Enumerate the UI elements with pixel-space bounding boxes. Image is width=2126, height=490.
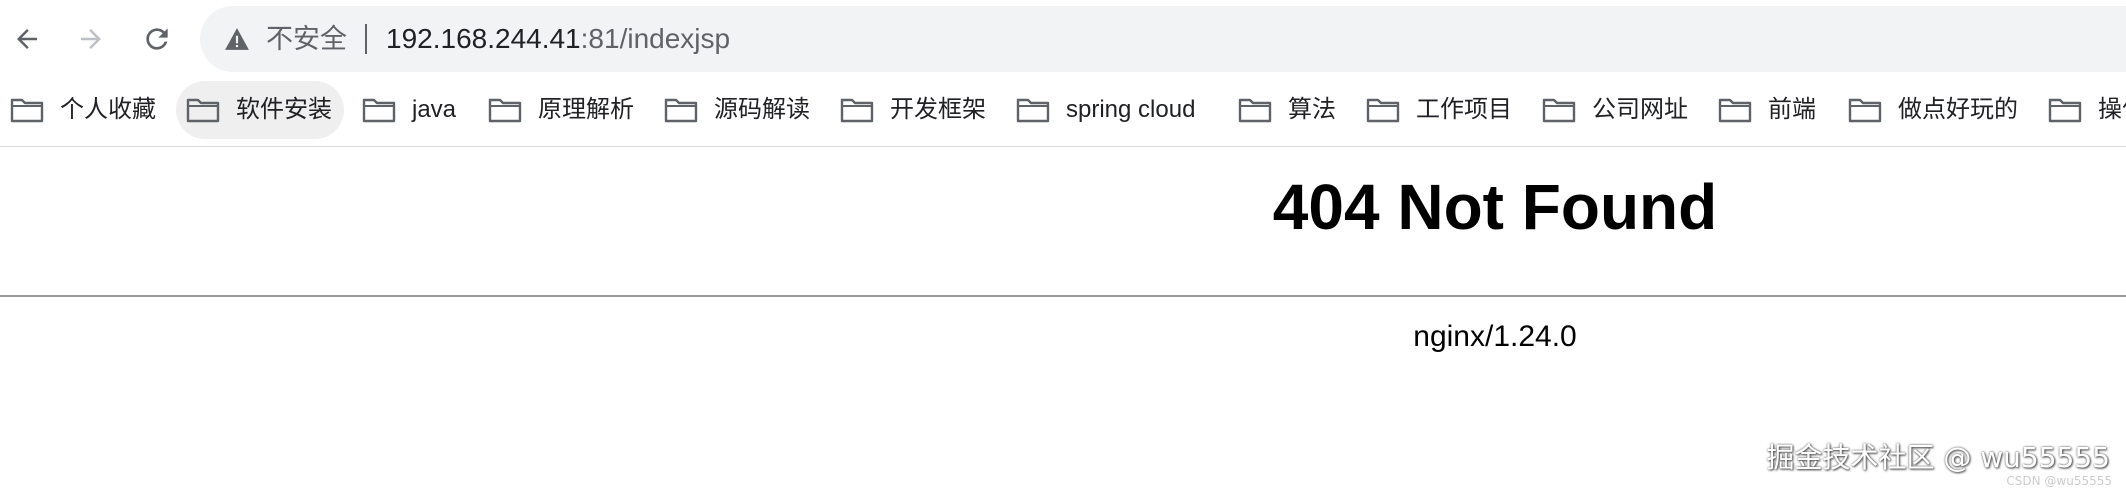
bookmark-label: 操作 [2098, 96, 2126, 123]
folder-icon [2048, 98, 2082, 123]
url-host: 192.168.244.41 [386, 23, 581, 54]
folder-icon [186, 98, 220, 123]
back-button[interactable] [4, 16, 50, 62]
bookmark-label: spring cloud [1066, 96, 1196, 123]
bookmark-folder-spring-cloud[interactable]: spring cloud [1016, 81, 1195, 139]
forward-button[interactable] [68, 16, 114, 62]
server-signature: nginx/1.24.0 [1413, 320, 1577, 353]
bookmark-label: 原理解析 [538, 96, 634, 123]
folder-icon [1718, 98, 1752, 123]
arrow-right-icon [81, 29, 101, 49]
reload-icon [146, 28, 168, 50]
bookmark-folder-frontend[interactable]: 前端 [1718, 81, 1816, 139]
watermark-small: CSDN @wu55555 [2006, 474, 2112, 488]
security-status-label[interactable]: 不安全 [266, 22, 347, 56]
folder-icon [1542, 98, 1576, 123]
bookmark-label: 源码解读 [714, 96, 810, 123]
folder-icon [1016, 98, 1050, 123]
bookmark-label: java [412, 96, 457, 123]
bookmark-label: 做点好玩的 [1898, 96, 2018, 123]
address-bar[interactable]: 不安全 192.168.244.41:81/indexjsp [200, 6, 2126, 72]
bookmark-label: 个人收藏 [60, 96, 156, 123]
bookmark-folder-principles[interactable]: 原理解析 [488, 81, 634, 139]
folder-icon [362, 98, 396, 123]
bookmark-label: 前端 [1768, 96, 1816, 123]
page-content: 404 Not Found nginx/1.24.0 掘金技术社区 @ wu55… [0, 147, 2126, 490]
bookmark-folder-company-sites[interactable]: 公司网址 [1542, 81, 1688, 139]
reload-button[interactable] [134, 16, 180, 62]
folder-icon [1848, 98, 1882, 123]
bookmark-folder-favorites[interactable]: 个人收藏 [10, 81, 156, 139]
bookmark-label: 公司网址 [1592, 96, 1688, 123]
bookmark-label: 软件安装 [236, 96, 332, 123]
bookmark-folder-algorithms[interactable]: 算法 [1238, 81, 1336, 139]
url-path: :81/indexjsp [580, 23, 731, 54]
folder-icon [1366, 98, 1400, 123]
bookmarks-bar: 个人收藏 软件安装 java 原理解析 源码解读 开发框架 spring clo… [0, 78, 2126, 146]
bookmark-folder-frameworks[interactable]: 开发框架 [840, 81, 986, 139]
bookmark-label: 开发框架 [890, 96, 986, 123]
page-title: 404 Not Found [1272, 171, 1718, 243]
address-separator [365, 24, 367, 54]
folder-icon [10, 98, 44, 123]
horizontal-rule [0, 295, 2126, 297]
folder-icon [664, 98, 698, 123]
folder-icon [488, 98, 522, 123]
bookmark-folder-java[interactable]: java [362, 81, 456, 139]
warning-triangle-icon[interactable] [224, 27, 250, 51]
bookmark-folder-work-projects[interactable]: 工作项目 [1366, 81, 1512, 139]
bookmark-folder-software-install[interactable]: 软件安装 [176, 81, 344, 139]
url-text[interactable]: 192.168.244.41:81/indexjsp [386, 22, 730, 56]
folder-icon [840, 98, 874, 123]
browser-toolbar: 不安全 192.168.244.41:81/indexjsp [0, 0, 2126, 78]
bookmark-label: 工作项目 [1416, 96, 1512, 123]
bookmark-folder-source-reading[interactable]: 源码解读 [664, 81, 810, 139]
bookmark-folder-operations[interactable]: 操作 [2048, 81, 2126, 139]
bookmark-folder-fun-stuff[interactable]: 做点好玩的 [1848, 81, 2018, 139]
watermark: 掘金技术社区 @ wu55555 [1766, 441, 2110, 474]
arrow-left-icon [17, 29, 37, 49]
folder-icon [1238, 98, 1272, 123]
bookmark-label: 算法 [1288, 96, 1336, 123]
